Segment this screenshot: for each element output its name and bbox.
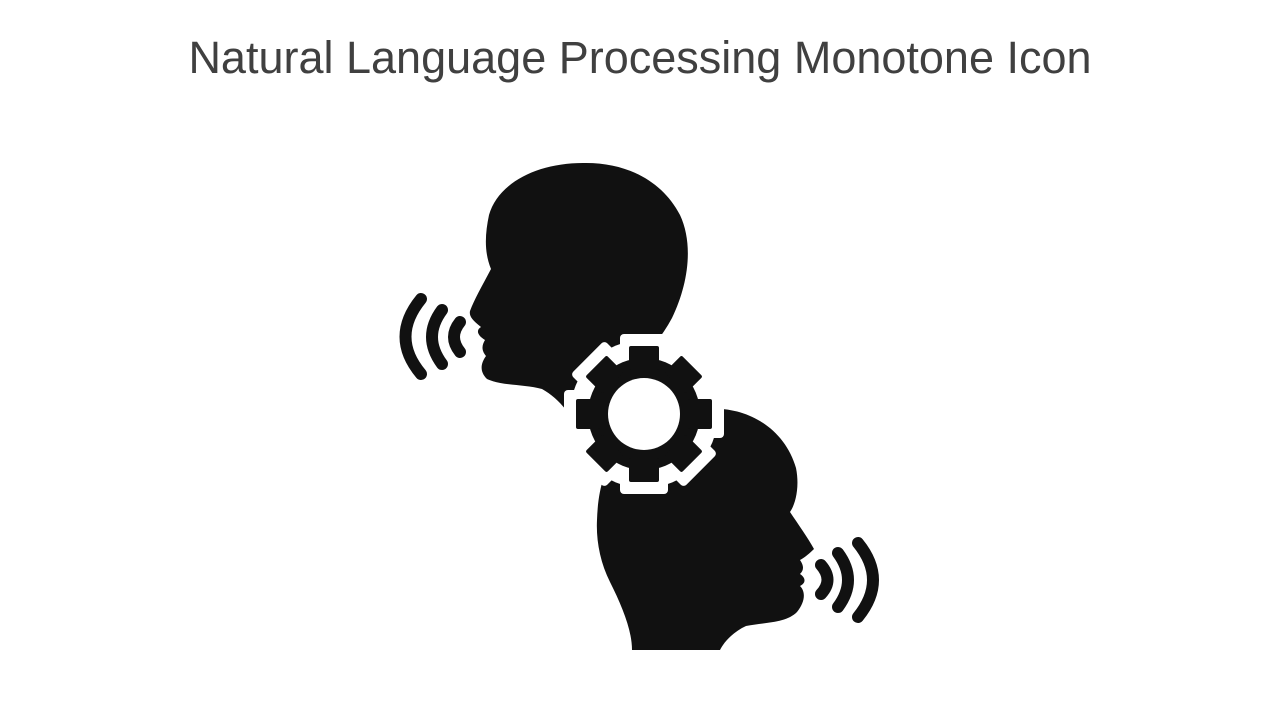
sound-waves-icon (815, 537, 879, 623)
sound-waves-icon (399, 293, 466, 380)
slide: Natural Language Processing Monotone Ico… (0, 0, 1280, 720)
natural-language-processing-icon (399, 162, 879, 650)
gear-icon (564, 334, 724, 494)
slide-title: Natural Language Processing Monotone Ico… (188, 32, 1092, 83)
